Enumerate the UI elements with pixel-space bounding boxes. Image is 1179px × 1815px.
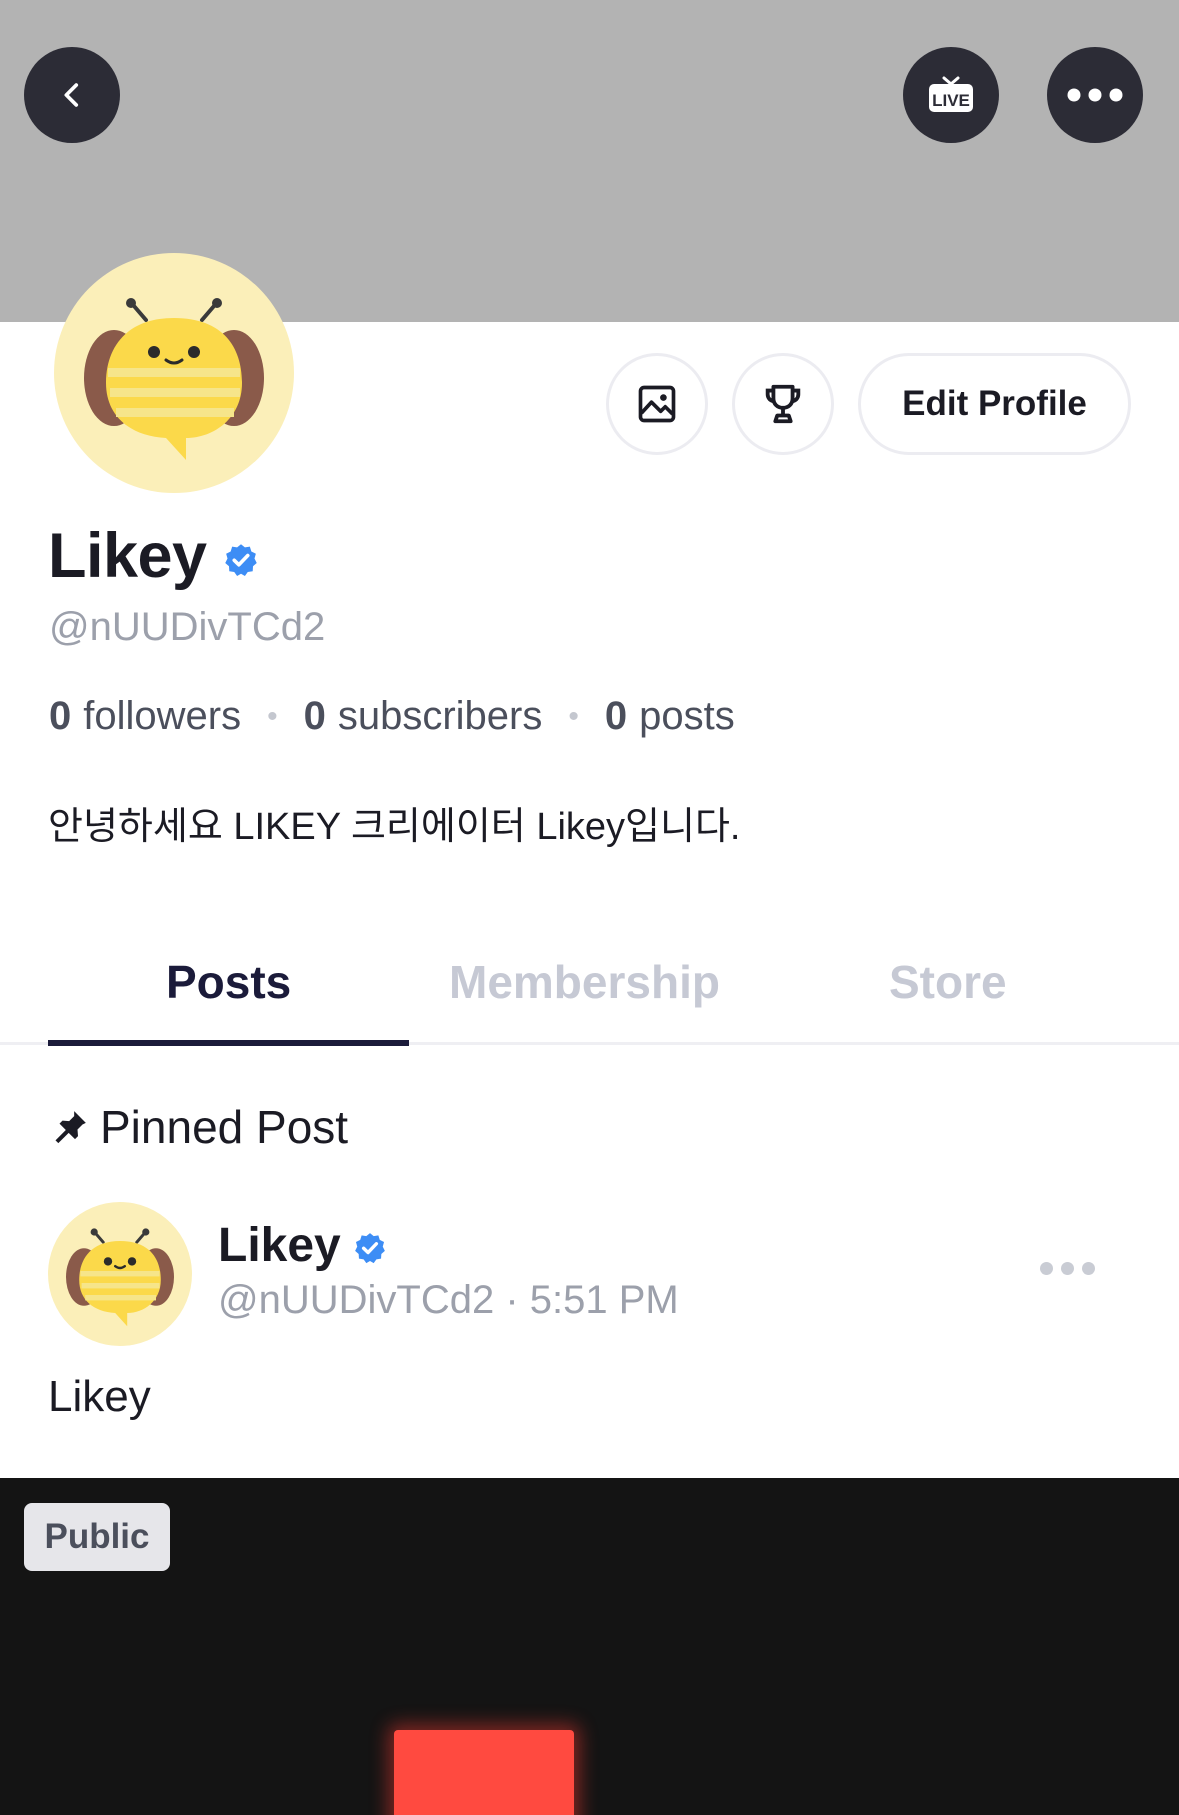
live-tv-icon: LIVE (927, 75, 975, 115)
subscribers-label[interactable]: subscribers (338, 694, 543, 739)
edit-profile-button[interactable]: Edit Profile (858, 353, 1131, 455)
subscribers-count[interactable]: 0 (304, 694, 326, 739)
profile-name: Likey (48, 521, 207, 591)
profile-name-row: Likey (48, 520, 259, 592)
profile-tabs: Posts Membership Store (0, 955, 1179, 1045)
ellipsis-icon-dot (1061, 1262, 1074, 1275)
post-author-row: Likey (218, 1218, 387, 1273)
bee-mascot-icon (74, 278, 274, 468)
tab-posts[interactable]: Posts (166, 955, 291, 1009)
pin-icon (50, 1107, 90, 1147)
chevron-left-icon (55, 78, 89, 112)
active-tab-indicator (48, 1040, 409, 1046)
trophy-button[interactable] (732, 353, 834, 455)
live-button[interactable]: LIVE (903, 47, 999, 143)
posts-count: 0 (604, 694, 628, 738)
ellipsis-icon-dot (1040, 1262, 1053, 1275)
profile-stats: 0 followers • 0 subscribers • 0 posts (49, 694, 735, 739)
bee-mascot-icon (60, 1217, 180, 1331)
ellipsis-icon (1067, 88, 1123, 102)
verified-badge-icon (223, 542, 259, 578)
trophy-icon (760, 381, 806, 427)
tab-store[interactable]: Store (889, 955, 1007, 1009)
visibility-badge: Public (24, 1503, 170, 1571)
stat-separator: • (267, 699, 278, 733)
pinned-post-header: Pinned Post (50, 1100, 348, 1154)
back-button[interactable] (24, 47, 120, 143)
followers-count[interactable]: 0 (49, 694, 71, 739)
edit-profile-label: Edit Profile (902, 384, 1087, 423)
post-meta: @nUUDivTCd2 · 5:51 PM (218, 1278, 679, 1322)
followers-label[interactable]: followers (83, 694, 241, 739)
tab-membership[interactable]: Membership (449, 955, 720, 1009)
post-media[interactable]: Public (0, 1478, 1179, 1815)
stat-separator: • (568, 699, 579, 733)
verified-badge-icon (353, 1231, 387, 1265)
profile-avatar[interactable] (54, 253, 294, 493)
pinned-post-label: Pinned Post (100, 1101, 349, 1153)
media-thumbnail-content (394, 1730, 574, 1815)
profile-handle: @nUUDivTCd2 (49, 605, 326, 649)
posts-label: posts (639, 694, 735, 738)
gallery-button[interactable] (606, 353, 708, 455)
live-label: LIVE (932, 91, 970, 110)
image-icon (635, 382, 679, 426)
ellipsis-icon-dot (1082, 1262, 1095, 1275)
post-author-name[interactable]: Likey (218, 1218, 341, 1273)
post-more-button[interactable] (1040, 1262, 1095, 1275)
profile-bio: 안녕하세요 LIKEY 크리에이터 Likey입니다. (48, 806, 741, 848)
post-author-avatar[interactable] (48, 1202, 192, 1346)
more-options-button[interactable] (1047, 47, 1143, 143)
post-body-text: Likey (48, 1372, 151, 1421)
